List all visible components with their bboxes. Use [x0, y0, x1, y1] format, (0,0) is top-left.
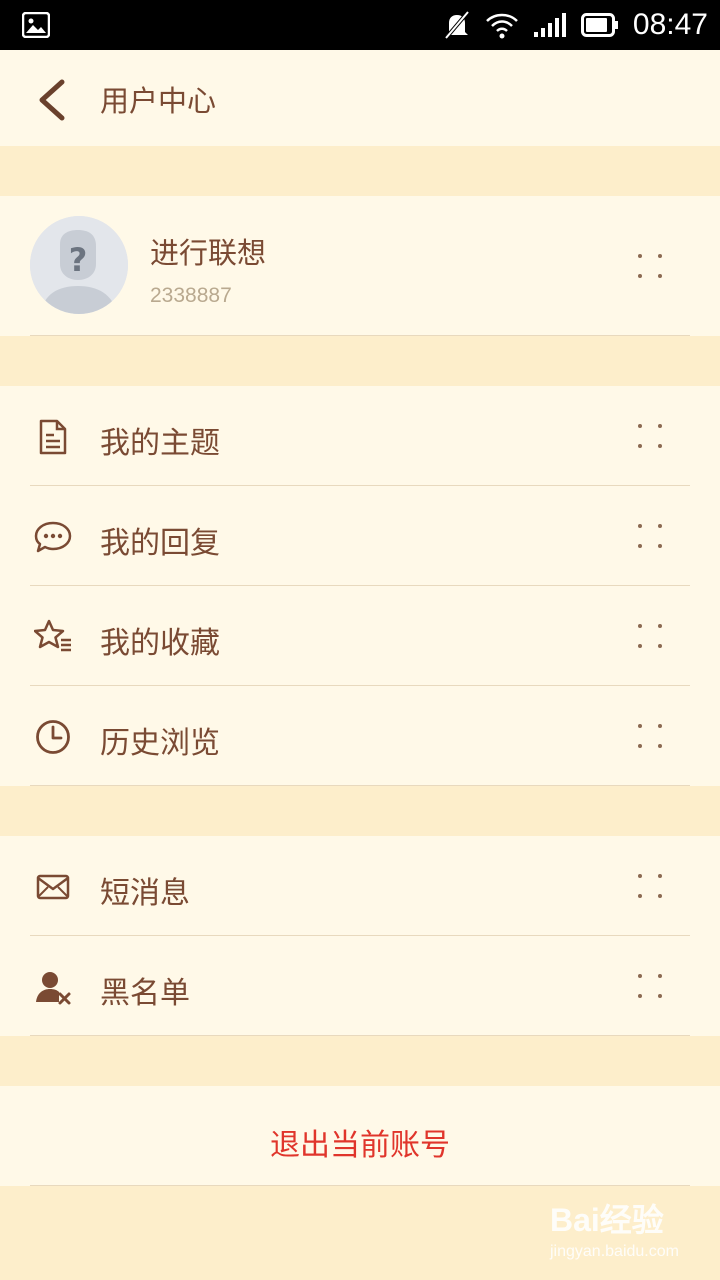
- menu-item-label: 我的回复: [100, 526, 220, 561]
- back-arrow-icon[interactable]: [30, 78, 70, 122]
- menu-item-label: 黑名单: [100, 976, 190, 1011]
- avatar[interactable]: ?: [30, 216, 128, 314]
- more-dots-icon: [638, 874, 664, 900]
- menu-group-messages: 短消息 黑名单: [0, 836, 720, 1036]
- status-bar: 08:47: [0, 0, 720, 50]
- svg-text:?: ?: [69, 241, 88, 279]
- menu-group-activity: 我的主题 我的回复 我的收藏 历史浏览: [0, 386, 720, 786]
- menu-item-label: 我的收藏: [100, 626, 220, 661]
- star-list-icon: [34, 619, 71, 652]
- more-dots-icon: [638, 974, 664, 1000]
- menu-item-my-topics[interactable]: 我的主题: [0, 386, 720, 486]
- notification-muted-icon: [444, 10, 470, 40]
- menu-item-my-favorites[interactable]: 我的收藏: [0, 586, 720, 686]
- more-dots-icon: [638, 424, 664, 450]
- document-icon: [39, 419, 67, 455]
- clock-time: 08:47: [632, 8, 708, 41]
- gallery-icon: [22, 12, 50, 38]
- wifi-icon: [486, 13, 518, 39]
- divider: [30, 1035, 690, 1036]
- more-dots-icon[interactable]: [638, 254, 664, 280]
- menu-item-my-replies[interactable]: 我的回复: [0, 486, 720, 586]
- logout-button[interactable]: 退出当前账号: [0, 1120, 720, 1164]
- menu-item-blacklist[interactable]: 黑名单: [0, 936, 720, 1036]
- menu-item-label: 历史浏览: [100, 726, 220, 761]
- chat-bubble-icon: [34, 521, 72, 553]
- title-bar: 用户中心: [0, 50, 720, 146]
- menu-item-label: 短消息: [100, 876, 190, 911]
- menu-item-history[interactable]: 历史浏览: [0, 686, 720, 786]
- signal-icon: [533, 13, 566, 37]
- envelope-icon: [36, 874, 70, 900]
- divider: [30, 1185, 690, 1186]
- default-avatar-icon: ?: [30, 216, 128, 314]
- more-dots-icon: [638, 624, 664, 650]
- watermark-url: jingyan.baidu.com: [550, 1243, 679, 1260]
- more-dots-icon: [638, 724, 664, 750]
- profile-id: 2338887: [150, 284, 232, 307]
- divider: [30, 785, 690, 786]
- page-title: 用户中心: [100, 84, 217, 118]
- profile-name: 进行联想: [150, 236, 267, 270]
- user-block-icon: [36, 972, 71, 1005]
- watermark-logo: Bai经验: [550, 1202, 664, 1238]
- more-dots-icon: [638, 524, 664, 550]
- menu-item-label: 我的主题: [100, 426, 220, 461]
- battery-icon: [580, 13, 618, 37]
- baidu-jingyan-watermark: Bai经验 jingyan.baidu.com: [550, 1195, 679, 1261]
- menu-item-messages[interactable]: 短消息: [0, 836, 720, 936]
- divider: [30, 335, 690, 336]
- clock-icon: [36, 720, 70, 754]
